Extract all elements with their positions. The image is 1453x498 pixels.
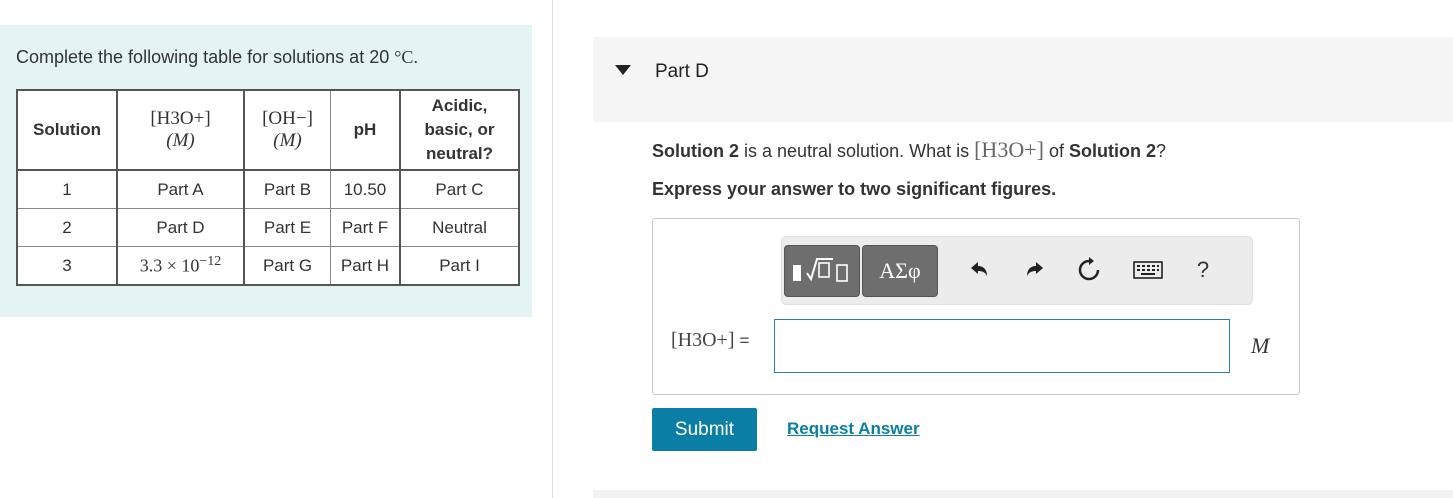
question-text: Solution 2 is a neutral solution. What i… bbox=[652, 137, 1166, 162]
part-header[interactable]: Part D bbox=[593, 37, 1453, 122]
temperature-unit: °C. bbox=[394, 47, 418, 67]
cell-ph: 10.50 bbox=[330, 169, 401, 209]
templates-button[interactable] bbox=[784, 245, 860, 297]
header-solution: Solution bbox=[16, 89, 118, 171]
answer-label: [H3O+] = bbox=[671, 329, 750, 351]
templates-icon bbox=[793, 258, 848, 282]
cell-ph: Part H bbox=[330, 246, 401, 286]
table-row: 3 3.3 × 10−12 Part G Part H Part I bbox=[16, 246, 520, 286]
cell-nature: Part C bbox=[399, 169, 520, 209]
help-icon[interactable]: ? bbox=[1188, 255, 1218, 285]
part-title: Part D bbox=[655, 61, 709, 82]
cell-oh: Part B bbox=[243, 169, 331, 209]
header-h3o: [H3O+] (M) bbox=[116, 89, 245, 171]
keyboard-icon[interactable] bbox=[1132, 255, 1164, 285]
solutions-table-wrap: Solution [H3O+] (M) [OH−] (M) pH Acidic, b… bbox=[16, 89, 520, 286]
undo-icon[interactable] bbox=[964, 255, 994, 285]
intro-text: Complete the following table for solutio… bbox=[16, 47, 418, 67]
answer-input[interactable] bbox=[774, 319, 1230, 373]
header-acidic: Acidic, basic, or neutral? bbox=[399, 89, 520, 171]
answer-unit: M bbox=[1251, 333, 1270, 358]
table-row: 1 Part A Part B 10.50 Part C bbox=[16, 169, 520, 209]
cell-ph: Part F bbox=[330, 208, 401, 247]
header-oh: [OH−] (M) bbox=[243, 89, 331, 171]
submit-button[interactable]: Submit bbox=[652, 408, 757, 451]
math-toolbar: ΑΣφ ? bbox=[781, 236, 1253, 305]
answer-box: ΑΣφ ? [H3O+] = M bbox=[652, 218, 1300, 395]
table-row: 2 Part D Part E Part F Neutral bbox=[16, 208, 520, 247]
cell-h3o: 3.3 × 10−12 bbox=[116, 246, 245, 286]
cell-h3o: Part D bbox=[116, 208, 245, 247]
request-answer-link[interactable]: Request Answer bbox=[787, 419, 920, 439]
cell-solution: 1 bbox=[16, 169, 118, 209]
solutions-table: Solution [H3O+] (M) [OH−] (M) pH Acidic, b… bbox=[16, 89, 520, 286]
cell-solution: 2 bbox=[16, 208, 118, 247]
next-part-strip bbox=[593, 490, 1453, 498]
table-header-row: Solution [H3O+] (M) [OH−] (M) pH Acidic, b… bbox=[16, 89, 520, 171]
problem-panel: Complete the following table for solutio… bbox=[0, 25, 532, 317]
greek-symbols-button[interactable]: ΑΣφ bbox=[862, 245, 938, 297]
collapse-caret-icon[interactable] bbox=[615, 65, 631, 75]
cell-nature: Neutral bbox=[399, 208, 520, 247]
redo-icon[interactable] bbox=[1020, 255, 1050, 285]
instruction-text: Express your answer to two significant f… bbox=[652, 179, 1057, 199]
panel-divider bbox=[552, 0, 553, 498]
cell-solution: 3 bbox=[16, 246, 118, 286]
header-ph: pH bbox=[330, 89, 401, 171]
cell-h3o: Part A bbox=[116, 169, 245, 209]
cell-nature: Part I bbox=[399, 246, 520, 286]
reset-icon[interactable] bbox=[1074, 255, 1104, 285]
cell-oh: Part E bbox=[243, 208, 331, 247]
cell-oh: Part G bbox=[243, 246, 331, 286]
